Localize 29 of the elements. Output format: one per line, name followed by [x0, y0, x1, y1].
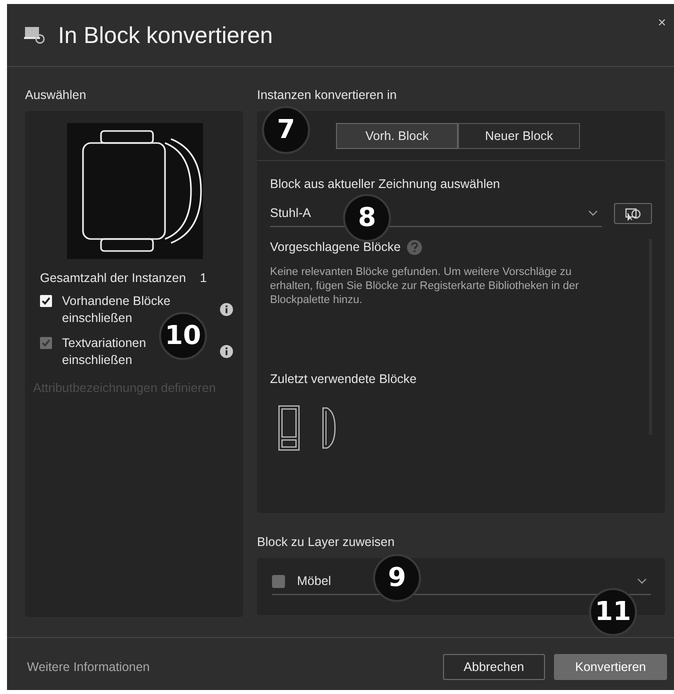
- section-heading: Auswählen: [25, 87, 88, 103]
- suggested-heading: Vorgeschlagene Blöcke: [270, 239, 401, 255]
- recent-heading: Zuletzt verwendete Blöcke: [270, 371, 418, 387]
- field-label: Block aus aktueller Zeichnung auswählen: [270, 176, 501, 192]
- block-thumbnail-drawing[interactable]: [278, 405, 300, 451]
- chevron-down-icon: [637, 578, 647, 584]
- more-info-link[interactable]: Weitere Informationen: [27, 660, 150, 674]
- cancel-button[interactable]: Abbrechen: [442, 654, 546, 680]
- suggestion-message: Keine relevanten Blöcke gefunden. Um weitere Vorschläge zu erhalten, fügen Sie Blöcke zur Registerkarte Bibliotheken in der Blockpalette hinzu.: [270, 265, 580, 307]
- section-heading: Instanzen konvertieren in: [257, 87, 398, 103]
- section-heading: Block zu Layer zuweisen: [257, 534, 396, 550]
- checkbox-label: Textvariationen einschließen: [62, 335, 148, 369]
- checkbox[interactable]: [40, 295, 52, 307]
- instance-count-label: Gesamtzahl der Instanzen: [40, 271, 186, 285]
- close-button[interactable]: ×: [654, 12, 670, 32]
- callout-badge: 11: [589, 588, 637, 636]
- select-object-icon: [624, 206, 642, 220]
- mode-toggle-button[interactable]: Neuer Block: [458, 122, 580, 148]
- block-thumbnail-drawing[interactable]: [322, 407, 336, 449]
- info-icon[interactable]: [220, 303, 233, 316]
- window-title: In Block konvertieren: [58, 22, 273, 48]
- chevron-down-icon: [588, 210, 598, 216]
- pick-block-button[interactable]: [614, 203, 652, 224]
- block-convert-icon: [24, 26, 46, 44]
- info-icon[interactable]: [220, 345, 233, 358]
- layer-color-swatch-icon: [272, 574, 285, 588]
- instance-count: 1: [200, 271, 207, 285]
- convert-button[interactable]: Konvertieren: [554, 654, 667, 680]
- mode-toggle-button[interactable]: Vorh. Block: [336, 122, 458, 148]
